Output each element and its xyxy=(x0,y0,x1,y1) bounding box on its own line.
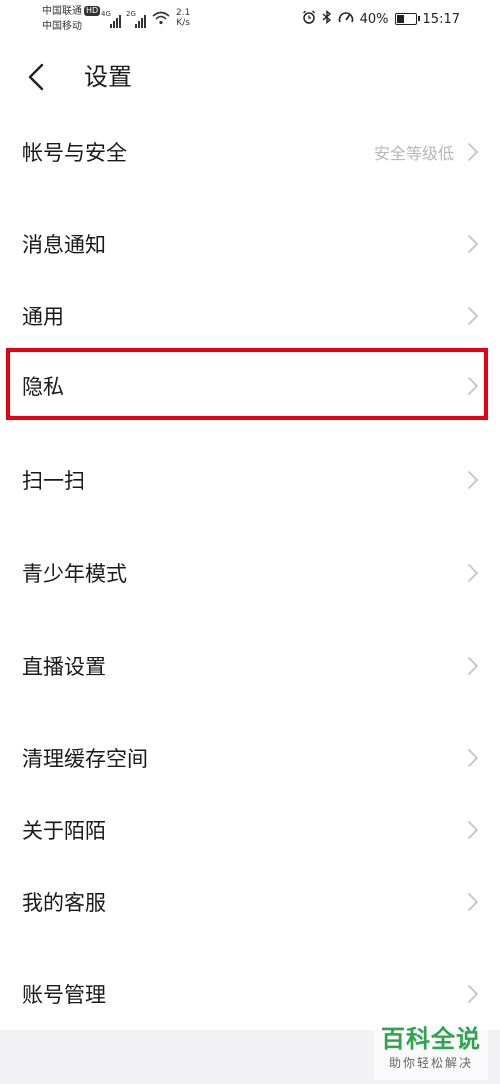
signal-2-label: 2G xyxy=(126,10,136,18)
watermark-brand: 百科全说 xyxy=(381,1025,481,1053)
signal-1-icon: 4G xyxy=(101,10,121,28)
menu-item-label: 青少年模式 xyxy=(22,562,127,586)
clock: 15:17 xyxy=(422,11,460,27)
speed-value: 2.1 xyxy=(176,8,191,18)
security-level-value: 安全等级低 xyxy=(373,144,454,163)
back-button[interactable] xyxy=(22,60,52,94)
menu-item-clear-cache[interactable]: 清理缓存空间 xyxy=(0,728,500,788)
menu-item-teen-mode[interactable]: 青少年模式 xyxy=(0,543,500,603)
carrier-1: 中国联通 xyxy=(42,6,82,17)
menu-item-label: 消息通知 xyxy=(22,233,106,257)
chevron-right-icon xyxy=(468,471,479,489)
battery-percent: 40% xyxy=(359,11,389,27)
menu-item-scan[interactable]: 扫一扫 xyxy=(0,450,500,510)
menu-item-label: 关于陌陌 xyxy=(22,819,106,843)
hd-badge: HD xyxy=(84,6,101,16)
highlight-box xyxy=(6,348,488,420)
watermark-slogan: 助你轻松解决 xyxy=(388,1056,473,1070)
menu-item-notifications[interactable]: 消息通知 xyxy=(0,214,500,274)
chevron-right-icon xyxy=(468,143,479,161)
network-indicators: 4G 2G 2.1 K/s xyxy=(101,8,190,28)
menu-item-label: 我的客服 xyxy=(22,891,106,915)
page-title: 设置 xyxy=(84,63,132,91)
menu-item-live-settings[interactable]: 直播设置 xyxy=(0,636,500,696)
chevron-right-icon xyxy=(468,657,479,675)
menu-item-label: 直播设置 xyxy=(22,655,106,679)
chevron-right-icon xyxy=(468,307,479,325)
carrier-2: 中国移动 xyxy=(42,21,82,32)
menu-item-account-management[interactable]: 账号管理 xyxy=(0,964,500,1024)
status-bar: 中国联通 HD 中国移动 4G 2G 2.1 K/s 40% 15:17 xyxy=(0,0,500,40)
nav-header: 设置 xyxy=(0,48,500,108)
chevron-right-icon xyxy=(468,893,479,911)
carrier-info: 中国联通 HD 中国移动 xyxy=(42,4,101,34)
back-arrow-icon xyxy=(28,63,44,91)
menu-item-customer-service[interactable]: 我的客服 xyxy=(0,872,500,932)
battery-icon xyxy=(394,13,420,25)
menu-item-about[interactable]: 关于陌陌 xyxy=(0,800,500,860)
menu-item-label: 帐号与安全 xyxy=(22,141,127,165)
menu-item-general[interactable]: 通用 xyxy=(0,286,500,346)
menu-item-label: 账号管理 xyxy=(22,983,106,1007)
chevron-right-icon xyxy=(468,235,479,253)
chevron-right-icon xyxy=(468,985,479,1003)
chevron-right-icon xyxy=(468,821,479,839)
chevron-right-icon xyxy=(468,749,479,767)
menu-item-label: 通用 xyxy=(22,305,64,329)
signal-1-label: 4G xyxy=(101,10,111,18)
watermark: 百科全说 助你轻松解决 xyxy=(374,1024,488,1080)
menu-item-label: 扫一扫 xyxy=(22,469,85,493)
menu-item-label: 清理缓存空间 xyxy=(22,747,148,771)
alarm-icon xyxy=(302,10,316,28)
chevron-right-icon xyxy=(468,564,479,582)
bluetooth-icon xyxy=(322,10,332,28)
menu-item-account-security[interactable]: 帐号与安全 安全等级低 xyxy=(0,122,500,182)
network-speed: 2.1 K/s xyxy=(176,8,190,28)
system-indicators: 40% 15:17 xyxy=(302,10,460,28)
speedometer-icon xyxy=(338,10,354,28)
wifi-icon xyxy=(152,11,170,28)
signal-2-icon: 2G xyxy=(126,10,146,28)
speed-unit: K/s xyxy=(176,18,190,28)
